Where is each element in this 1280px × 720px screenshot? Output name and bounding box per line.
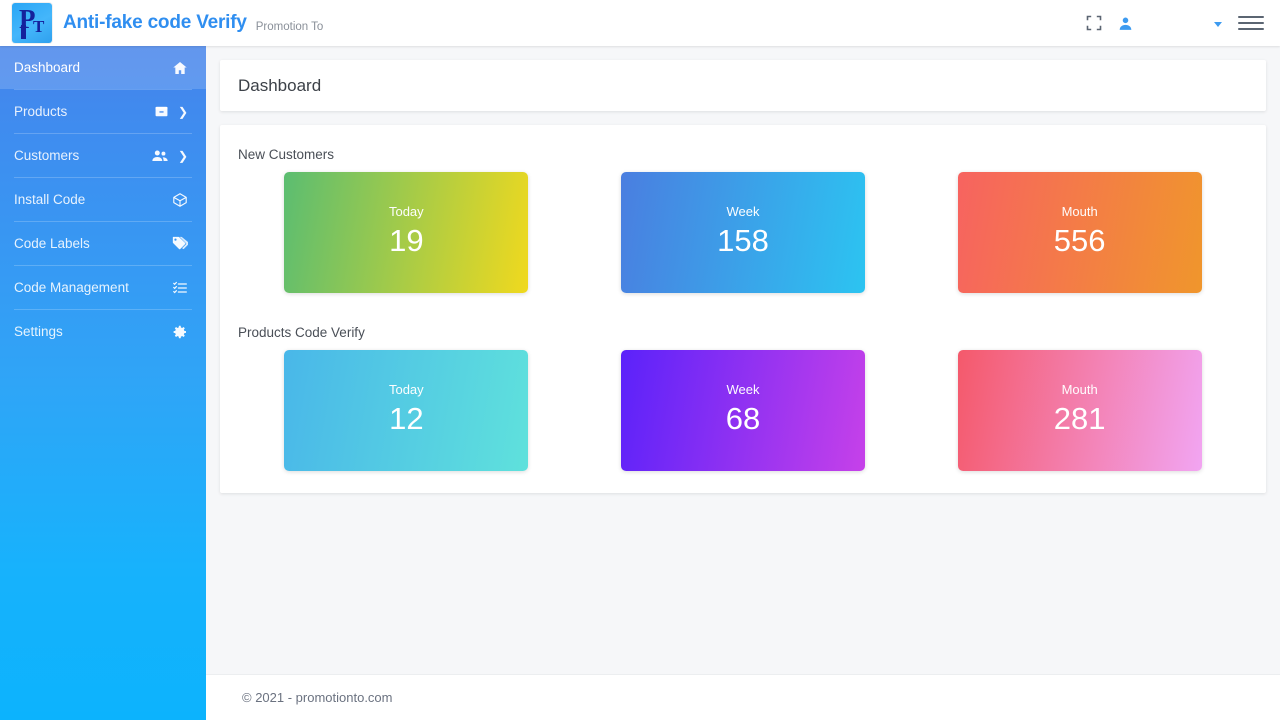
home-icon <box>172 60 188 76</box>
list-icon <box>172 280 188 296</box>
sidebar-item-install-code[interactable]: Install Code <box>0 178 206 221</box>
stat-card-value: 556 <box>1054 221 1106 261</box>
page-footer: © 2021 - promotionto.com <box>206 674 1280 720</box>
sidebar-item-products[interactable]: Products ❯ <box>0 90 206 133</box>
dashboard-stats-panel: New Customers Today 19 Week 158 Mouth 556 Produ… <box>220 125 1266 493</box>
section-label: Products Code Verify <box>238 325 1248 340</box>
stat-card-label: Week <box>727 382 760 397</box>
stat-card-label: Week <box>727 204 760 219</box>
sidebar-item-customers[interactable]: Customers ❯ <box>0 134 206 177</box>
app-logo-icon: P T <box>12 3 52 43</box>
user-icon <box>1117 15 1134 32</box>
stat-card-slot: Mouth 556 <box>911 172 1248 293</box>
sidebar-item-label: Products <box>14 104 154 119</box>
section-label: New Customers <box>238 147 1248 162</box>
top-header-bar: P T Anti-fake code Verify Promotion To <box>0 0 1280 46</box>
user-name-label <box>1140 16 1205 31</box>
footer-copyright: © 2021 - promotionto.com <box>242 690 392 705</box>
box-icon <box>154 104 169 119</box>
stat-card-label: Today <box>389 204 424 219</box>
gear-icon <box>172 324 188 340</box>
cube-icon <box>172 192 188 208</box>
sidebar-item-dashboard[interactable]: Dashboard <box>0 46 206 89</box>
stat-card-value: 158 <box>717 221 769 261</box>
logo-letter-t: T <box>33 18 44 35</box>
stat-card-label: Mouth <box>1062 204 1098 219</box>
chevron-right-icon: ❯ <box>178 106 188 118</box>
stat-card[interactable]: Week 158 <box>621 172 865 293</box>
tags-icon <box>171 235 188 252</box>
chevron-down-icon <box>1214 22 1222 27</box>
hamburger-menu-icon[interactable] <box>1238 10 1264 36</box>
stat-card-label: Today <box>389 382 424 397</box>
stat-card-slot: Today 12 <box>238 350 575 471</box>
main-content-area: Dashboard New Customers Today 19 Week 158 Mou… <box>206 46 1280 720</box>
stat-card-slot: Mouth 281 <box>911 350 1248 471</box>
sidebar-item-label: Install Code <box>14 192 172 207</box>
users-icon <box>151 147 169 165</box>
stat-card-row: Today 19 Week 158 Mouth 556 <box>238 172 1248 293</box>
stat-card-slot: Week 68 <box>575 350 912 471</box>
page-header-panel: Dashboard <box>220 60 1266 111</box>
header-actions <box>1079 8 1280 38</box>
stat-card-slot: Today 19 <box>238 172 575 293</box>
brand-subtitle: Promotion To <box>256 21 324 33</box>
user-account-menu[interactable] <box>1117 15 1222 32</box>
sidebar-item-label: Code Labels <box>14 236 171 251</box>
sidebar-item-label: Settings <box>14 324 172 339</box>
sidebar-navigation: Dashboard Products ❯ Customers ❯ Install Code… <box>0 46 206 720</box>
stat-card-value: 281 <box>1054 399 1106 439</box>
stat-card-value: 12 <box>389 399 423 439</box>
page-title: Dashboard <box>238 76 321 96</box>
stat-card[interactable]: Mouth 281 <box>958 350 1202 471</box>
stat-card-value: 19 <box>389 221 423 261</box>
sidebar-item-label: Dashboard <box>14 60 172 75</box>
stat-card[interactable]: Mouth 556 <box>958 172 1202 293</box>
stat-card[interactable]: Week 68 <box>621 350 865 471</box>
sidebar-item-settings[interactable]: Settings <box>0 310 206 353</box>
sidebar-item-code-labels[interactable]: Code Labels <box>0 222 206 265</box>
sidebar-item-label: Code Management <box>14 280 172 295</box>
stat-card-slot: Week 158 <box>575 172 912 293</box>
brand-logo-area[interactable]: P T Anti-fake code Verify Promotion To <box>0 3 323 43</box>
sidebar-item-code-management[interactable]: Code Management <box>0 266 206 309</box>
sidebar-item-label: Customers <box>14 148 151 163</box>
stat-card[interactable]: Today 19 <box>284 172 528 293</box>
stat-card[interactable]: Today 12 <box>284 350 528 471</box>
fullscreen-icon[interactable] <box>1079 8 1109 38</box>
brand-title: Anti-fake code Verify <box>63 12 247 34</box>
chevron-right-icon: ❯ <box>178 150 188 162</box>
stat-card-row: Today 12 Week 68 Mouth 281 <box>238 350 1248 471</box>
stat-card-label: Mouth <box>1062 382 1098 397</box>
stat-card-value: 68 <box>726 399 760 439</box>
